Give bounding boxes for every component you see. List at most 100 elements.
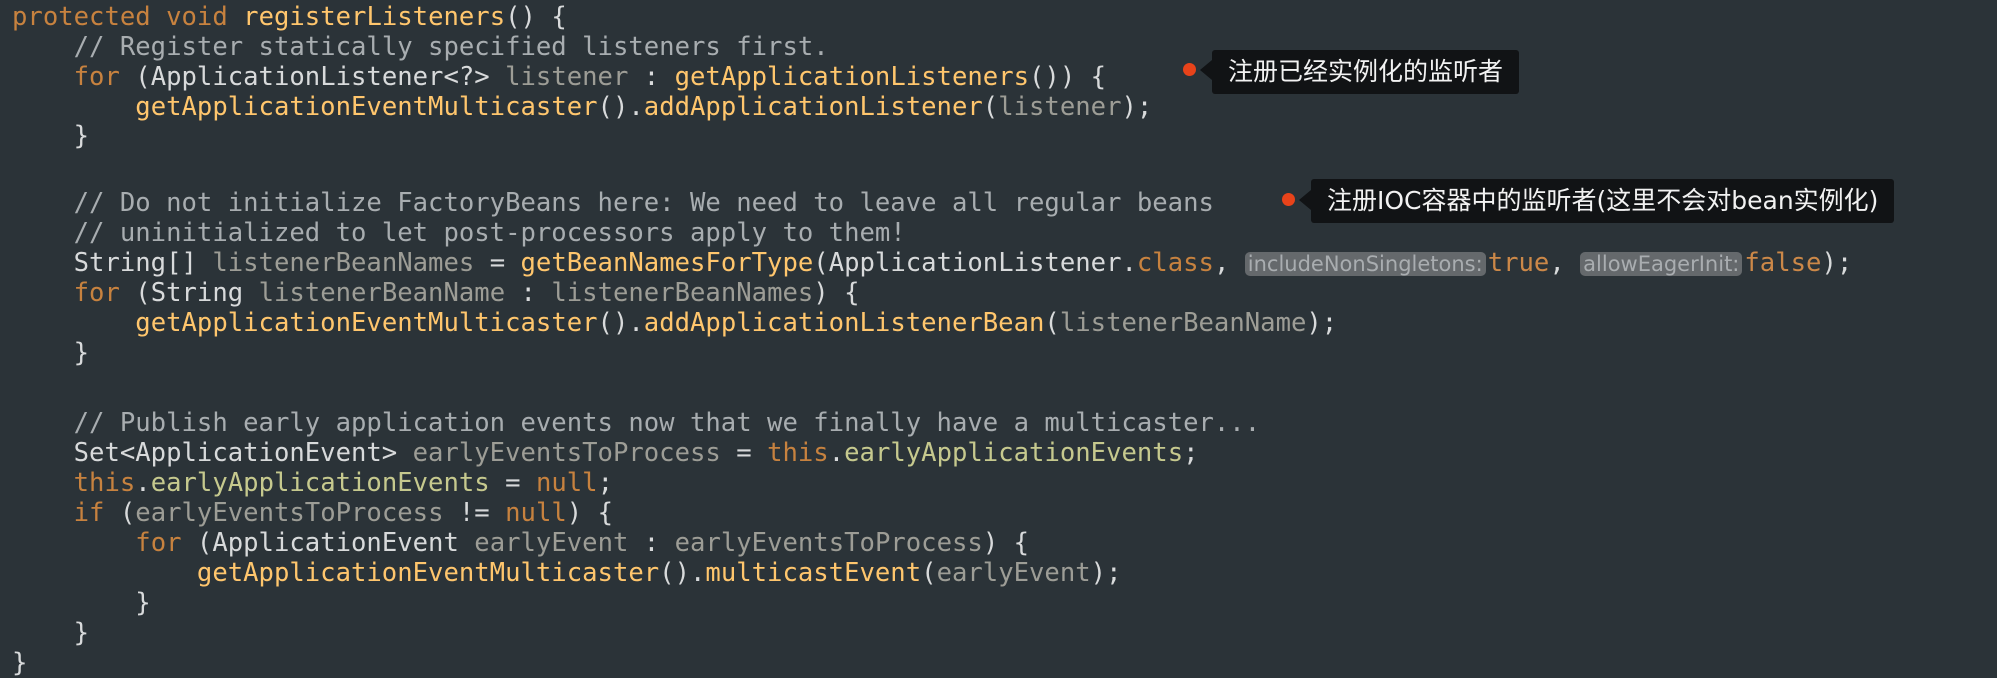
- code-token: true: [1487, 248, 1550, 278]
- annotation-dot: [1183, 63, 1196, 76]
- code-token: for: [73, 278, 120, 308]
- code-token: registerListeners: [243, 2, 506, 32]
- code-token: earlyEventsToProcess: [135, 498, 444, 528]
- code-token: ;: [597, 468, 613, 498]
- code-token: }: [12, 648, 28, 678]
- code-token: (String: [119, 278, 259, 308]
- code-token: ) {: [566, 498, 613, 528]
- code-token: earlyEvent: [936, 558, 1091, 588]
- code-token: listener: [998, 92, 1122, 122]
- code-token: (ApplicationEvent: [181, 528, 475, 558]
- code-line[interactable]: }: [12, 588, 151, 618]
- code-token: if: [73, 498, 105, 528]
- code-token: (ApplicationListener.: [813, 248, 1137, 278]
- code-token: earlyEvent: [474, 528, 629, 558]
- code-token: multicastEvent: [705, 558, 922, 588]
- code-token: (: [982, 92, 999, 122]
- code-token: Set<ApplicationEvent>: [12, 438, 413, 468]
- code-token: listenerBeanName: [1059, 308, 1307, 338]
- code-token: =: [474, 248, 521, 278]
- code-token: // Do not initialize FactoryBeans here: …: [73, 188, 1214, 218]
- code-token: false: [1744, 248, 1822, 278]
- code-token: getApplicationListeners: [674, 62, 1030, 92]
- code-line[interactable]: for (ApplicationEvent earlyEvent : early…: [12, 528, 1029, 558]
- code-token: (: [1044, 308, 1060, 338]
- code-token: earlyApplicationEvents: [844, 438, 1184, 468]
- code-line[interactable]: }: [12, 648, 27, 678]
- parameter-hint: includeNonSingletons:: [1244, 252, 1486, 276]
- code-token: ,: [1549, 248, 1581, 278]
- code-token: !=: [443, 498, 506, 528]
- code-token: :: [628, 62, 675, 92]
- annotation-label: 注册已经实例化的监听者: [1212, 50, 1520, 94]
- code-line[interactable]: // Register statically specified listene…: [12, 32, 829, 62]
- code-line[interactable]: if (earlyEventsToProcess != null) {: [12, 498, 613, 528]
- code-token: }: [12, 588, 151, 618]
- code-token: (: [104, 498, 136, 528]
- code-token: this: [73, 468, 136, 498]
- code-token: earlyEventsToProcess: [412, 438, 721, 468]
- code-line[interactable]: for (ApplicationListener<?> listener : g…: [12, 62, 1106, 92]
- code-token: null: [535, 468, 598, 498]
- code-token: () {: [505, 2, 567, 32]
- code-token: :: [505, 278, 552, 308]
- code-token: null: [505, 498, 567, 528]
- code-token: );: [1306, 308, 1338, 338]
- annotation-pointer: [1200, 60, 1212, 80]
- code-token: addApplicationListenerBean: [643, 308, 1045, 338]
- code-token: getApplicationEventMulticaster: [135, 308, 598, 338]
- code-line[interactable]: }: [12, 618, 89, 648]
- code-line[interactable]: getApplicationEventMulticaster().multica…: [12, 558, 1122, 588]
- code-line[interactable]: // Do not initialize FactoryBeans here: …: [12, 188, 1214, 218]
- code-token: ) {: [982, 528, 1030, 558]
- code-line[interactable]: this.earlyApplicationEvents = null;: [12, 468, 613, 498]
- code-line[interactable]: getApplicationEventMulticaster().addAppl…: [12, 92, 1152, 122]
- code-token: ) {: [813, 278, 860, 308]
- code-token: =: [720, 438, 768, 468]
- code-line[interactable]: String[] listenerBeanNames = getBeanName…: [12, 248, 1853, 278]
- code-line[interactable]: Set<ApplicationEvent> earlyEventsToProce…: [12, 438, 1199, 468]
- code-line[interactable]: }: [12, 338, 89, 368]
- code-token: for: [135, 528, 182, 558]
- code-line[interactable]: // uninitialized to let post-processors …: [12, 218, 906, 248]
- code-token: (ApplicationListener<?>: [119, 62, 506, 92]
- code-line[interactable]: // Publish early application events now …: [12, 408, 1260, 438]
- code-token: protected: [12, 2, 151, 32]
- annotation-label: 注册IOC容器中的监听者(这里不会对bean实例化): [1311, 179, 1895, 223]
- code-line[interactable]: for (String listenerBeanName : listenerB…: [12, 278, 860, 308]
- code-token: ,: [1213, 248, 1245, 278]
- code-token: getApplicationEventMulticaster: [196, 558, 660, 588]
- code-token: listenerBeanNames: [212, 248, 475, 278]
- annotation-dot: [1282, 193, 1295, 206]
- code-token: listenerBeanName: [258, 278, 506, 308]
- code-editor[interactable]: protected void registerListeners() { // …: [0, 0, 1997, 678]
- code-token: for: [73, 62, 120, 92]
- code-line[interactable]: protected void registerListeners() {: [12, 2, 567, 32]
- code-token: String[]: [12, 248, 213, 278]
- code-line[interactable]: getApplicationEventMulticaster().addAppl…: [12, 308, 1337, 338]
- code-token: // Register statically specified listene…: [73, 32, 829, 62]
- code-token: getBeanNamesForType: [520, 248, 814, 278]
- code-token: :: [628, 528, 675, 558]
- code-token: class: [1136, 248, 1214, 278]
- code-token: ;: [1183, 438, 1199, 468]
- code-token: getApplicationEventMulticaster: [135, 92, 598, 122]
- code-token: // uninitialized to let post-processors …: [73, 218, 906, 248]
- code-token: .: [828, 438, 845, 468]
- code-token: (: [921, 558, 937, 588]
- code-token: ().: [597, 308, 644, 338]
- code-token: }: [12, 618, 90, 648]
- code-line[interactable]: }: [12, 121, 89, 151]
- code-token: void: [166, 2, 228, 32]
